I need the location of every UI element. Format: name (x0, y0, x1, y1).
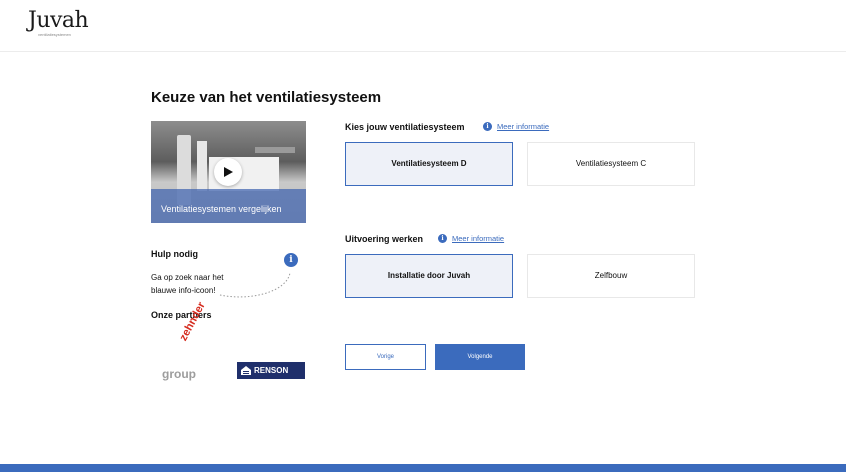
video-caption: Ventilatiesystemen vergelijken (161, 204, 282, 214)
info-icon[interactable]: i (483, 122, 492, 131)
zehnder-logo: zehnder group (158, 300, 214, 383)
system-section-title: Kies jouw ventilatiesysteem (345, 122, 465, 132)
option-ventilatiesysteem-c[interactable]: Ventilatiesysteem C (527, 142, 695, 186)
help-title: Hulp nodig (151, 249, 198, 259)
option-zelfbouw[interactable]: Zelfbouw (527, 254, 695, 298)
play-icon (224, 167, 233, 177)
logo-tagline: ventilatiesystemen (38, 32, 71, 37)
play-button[interactable] (214, 158, 242, 186)
video-pipe (255, 147, 295, 153)
zehnder-logo-top: zehnder (177, 300, 208, 343)
renson-logo: RENSON (237, 362, 305, 379)
video-pipe (197, 141, 207, 191)
video-thumbnail[interactable]: Ventilatiesystemen vergelijken (151, 121, 306, 223)
site-header: Juvah ventilatiesystemen (0, 0, 846, 52)
option-installatie-door-juvah[interactable]: Installatie door Juvah (345, 254, 513, 298)
footer-bar (0, 464, 846, 472)
info-icon[interactable]: i (284, 253, 298, 267)
execution-section-title: Uitvoering werken (345, 234, 424, 244)
logo-wordmark: Juvah (28, 8, 89, 33)
execution-more-info-link[interactable]: Meer informatie (452, 234, 504, 243)
renson-wordmark: RENSON (254, 366, 289, 375)
option-ventilatiesysteem-d[interactable]: Ventilatiesysteem D (345, 142, 513, 186)
next-button[interactable]: Volgende (435, 344, 525, 370)
juvah-logo[interactable]: Juvah ventilatiesystemen (28, 8, 89, 40)
renson-house-icon (241, 366, 251, 375)
page-title: Keuze van het ventilatiesysteem (151, 89, 382, 106)
info-icon[interactable]: i (438, 234, 447, 243)
zehnder-logo-bottom: group (162, 367, 196, 381)
system-more-info-link[interactable]: Meer informatie (497, 122, 549, 131)
dotted-curve (219, 272, 291, 298)
previous-button[interactable]: Vorige (345, 344, 426, 370)
